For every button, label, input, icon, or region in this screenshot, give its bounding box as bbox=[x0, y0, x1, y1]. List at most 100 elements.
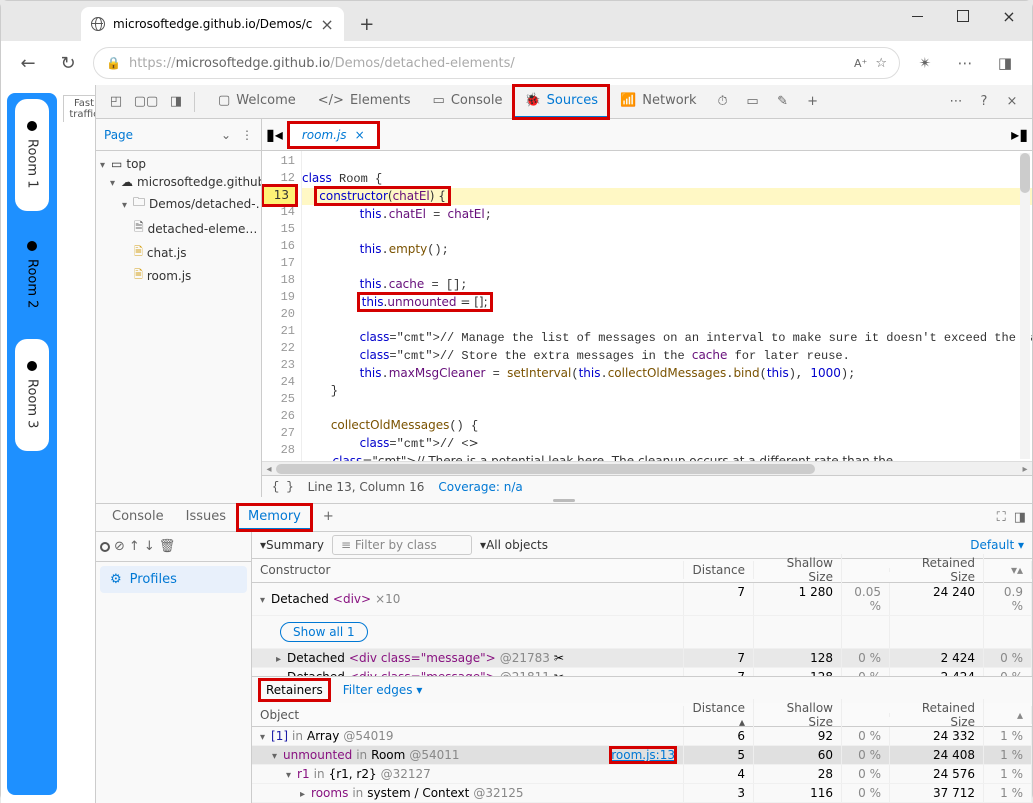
address-field[interactable]: 🔒 https://microsoftedge.github.io/Demos/… bbox=[93, 47, 900, 79]
sidebar-icon[interactable]: ◨ bbox=[990, 48, 1020, 78]
help-icon[interactable]: ? bbox=[970, 88, 998, 116]
css-overview-icon[interactable]: ✎ bbox=[769, 88, 797, 116]
dot-icon bbox=[27, 361, 37, 371]
toggle-right-icon[interactable]: ▸▮ bbox=[1011, 125, 1028, 144]
col-object[interactable]: Object bbox=[252, 706, 684, 724]
tree-host[interactable]: ☁ microsoftedge.github… bbox=[98, 173, 259, 191]
close-icon[interactable]: × bbox=[320, 15, 333, 34]
more-icon[interactable]: ⋯ bbox=[950, 48, 980, 78]
profiles-button[interactable]: ⚙ Profiles bbox=[100, 566, 247, 593]
retainer-row[interactable]: r1 in {r1, r2} @32127 4 280 % 24 5761 % bbox=[252, 765, 1032, 784]
expand-icon[interactable]: ⛶ bbox=[997, 510, 1006, 525]
scroll-left-icon[interactable]: ◂ bbox=[262, 462, 276, 476]
coverage-link[interactable]: Coverage: n/a bbox=[438, 480, 522, 494]
more-tools-icon[interactable]: ⋯ bbox=[942, 88, 970, 116]
editor-tab-strip: ▮◂ room.js × ▸▮ bbox=[262, 119, 1032, 151]
row-detached-div[interactable]: Detached <div> ×10 7 1 2800.05 % 24 2400… bbox=[252, 583, 1032, 616]
pretty-print-button[interactable]: { } bbox=[272, 480, 294, 494]
source-link[interactable]: room.js:13 bbox=[611, 748, 675, 762]
row-detached-msg-1[interactable]: Detached <div class="message"> @21783 ✂ … bbox=[252, 649, 1032, 668]
tree-file-roomjs[interactable]: 🗎 room.js bbox=[98, 264, 259, 287]
scrollbar-h[interactable]: ◂ ▸ bbox=[262, 461, 1032, 475]
retainer-row[interactable]: rooms in system / Context @32125 3 1160 … bbox=[252, 784, 1032, 803]
back-button[interactable]: ← bbox=[13, 48, 43, 78]
save-icon[interactable]: ↓ bbox=[144, 539, 155, 554]
row-detached-msg-2[interactable]: Detached <div class="message"> @21811 ✂ … bbox=[252, 668, 1032, 676]
chevron-down-icon[interactable]: ⌄ bbox=[221, 128, 231, 142]
room-2-button[interactable]: Room 2 bbox=[15, 219, 49, 331]
memory-toolbar: ⊘ ↑ ↓ 🗑 bbox=[96, 532, 251, 562]
toggle-nav-icon[interactable]: ▮◂ bbox=[266, 125, 283, 144]
retainers-tab[interactable]: Retainers bbox=[260, 680, 329, 700]
drawer-tab-memory[interactable]: Memory bbox=[238, 505, 311, 530]
record-icon[interactable] bbox=[100, 542, 110, 552]
code-view[interactable]: 11 12 13 14 15 16 17 18 19 20 21 22 23 2… bbox=[262, 151, 1032, 461]
room-3-button[interactable]: Room 3 bbox=[15, 339, 49, 451]
tab-network[interactable]: 📶 Network bbox=[610, 86, 706, 118]
scroll-right-icon[interactable]: ▸ bbox=[1018, 462, 1032, 476]
close-window-button[interactable]: × bbox=[986, 1, 1032, 31]
application-icon[interactable]: ▭ bbox=[739, 88, 767, 116]
close-devtools-icon[interactable]: × bbox=[998, 88, 1026, 116]
refresh-button[interactable]: ↻ bbox=[53, 48, 83, 78]
col-retained2[interactable]: Retained Size bbox=[890, 699, 984, 731]
dot-icon bbox=[27, 121, 37, 131]
tree-file-chatjs[interactable]: 🗎 chat.js bbox=[98, 241, 259, 264]
load-icon[interactable]: ↑ bbox=[129, 539, 140, 554]
favorite-icon[interactable]: ☆ bbox=[875, 56, 887, 71]
tab-sources[interactable]: 🐞 Sources bbox=[514, 86, 608, 118]
browser-tab[interactable]: microsoftedge.github.io/Demos/c × bbox=[81, 7, 344, 41]
col-shallow[interactable]: Shallow Size bbox=[754, 554, 842, 586]
room-sidebar: Room 1 Room 2 Room 3 bbox=[7, 93, 57, 795]
editor-status-bar: { } Line 13, Column 16 Coverage: n/a bbox=[262, 475, 1032, 497]
filter-edges[interactable]: Filter edges ▾ bbox=[343, 683, 423, 697]
tree-file-html[interactable]: 🗎 detached-eleme… bbox=[98, 216, 259, 241]
device-icon[interactable]: ▢▢ bbox=[132, 88, 160, 116]
dot-icon bbox=[27, 241, 37, 251]
show-all-row: Show all 1 bbox=[252, 616, 1032, 649]
globe-icon bbox=[91, 17, 105, 31]
tree-top[interactable]: ▭ top bbox=[98, 155, 259, 173]
maximize-button[interactable] bbox=[940, 1, 986, 31]
performance-icon[interactable]: ⏱ bbox=[709, 88, 737, 116]
page-selector[interactable]: Page ⌄⋮ bbox=[96, 119, 261, 151]
retainers-body: [1] in Array @54019 6 920 % 24 3321 %unm… bbox=[252, 727, 1032, 803]
drawer-tab-issues[interactable]: Issues bbox=[176, 505, 236, 530]
tree-folder[interactable]: 🗀 Demos/detached-… bbox=[98, 191, 259, 216]
editor-tab-roomjs[interactable]: room.js × bbox=[289, 123, 378, 147]
kebab-icon[interactable]: ⋮ bbox=[241, 128, 253, 142]
drawer-tab-console[interactable]: Console bbox=[102, 505, 174, 530]
col-distance[interactable]: Distance bbox=[684, 561, 754, 579]
tab-welcome[interactable]: ▢ Welcome bbox=[208, 86, 306, 118]
reader-icon[interactable]: A⁺ bbox=[854, 57, 867, 70]
retainer-row[interactable]: unmounted in Room @54011 room.js:13 5 60… bbox=[252, 746, 1032, 765]
col-constructor[interactable]: Constructor bbox=[252, 561, 684, 579]
window-controls: × bbox=[894, 1, 1032, 31]
minimize-button[interactable] bbox=[894, 1, 940, 31]
gc-icon[interactable]: 🗑 bbox=[159, 539, 176, 554]
default-dropdown[interactable]: Default ▾ bbox=[970, 538, 1024, 552]
inspect-icon[interactable]: ◰ bbox=[102, 88, 130, 116]
col-shallow2[interactable]: Shallow Size bbox=[754, 699, 842, 731]
drawer-add-tab[interactable]: + bbox=[313, 505, 344, 530]
col-retained[interactable]: Retained Size bbox=[890, 554, 984, 586]
clear-icon[interactable]: ⊘ bbox=[114, 539, 125, 554]
filter-input[interactable]: ≡ Filter by class bbox=[332, 535, 472, 555]
retainer-row[interactable]: [1] in Array @54019 6 920 % 24 3321 % bbox=[252, 727, 1032, 746]
window-titlebar: microsoftedge.github.io/Demos/c × + × bbox=[1, 1, 1032, 41]
constructors-header: Constructor Distance Shallow Size Retain… bbox=[252, 559, 1032, 583]
scroll-thumb[interactable] bbox=[276, 464, 815, 474]
col-distance2[interactable]: Distance ▴ bbox=[684, 699, 754, 731]
tab-console[interactable]: ▭ Console bbox=[423, 86, 513, 118]
close-icon[interactable]: × bbox=[355, 128, 365, 142]
tab-elements[interactable]: </> Elements bbox=[308, 86, 421, 118]
new-tab-button[interactable]: + bbox=[352, 9, 382, 39]
add-tab-icon[interactable]: + bbox=[799, 88, 827, 116]
room-1-button[interactable]: Room 1 bbox=[15, 99, 49, 211]
dock-side-icon[interactable]: ◨ bbox=[1014, 510, 1026, 525]
scrollbar-v[interactable] bbox=[1020, 153, 1030, 459]
show-all-button[interactable]: Show all 1 bbox=[280, 622, 368, 642]
dock-icon[interactable]: ◨ bbox=[162, 88, 190, 116]
code-editor-panel: ▮◂ room.js × ▸▮ 11 12 13 14 15 16 17 18 … bbox=[262, 119, 1032, 497]
extensions-icon[interactable]: ✴ bbox=[910, 48, 940, 78]
